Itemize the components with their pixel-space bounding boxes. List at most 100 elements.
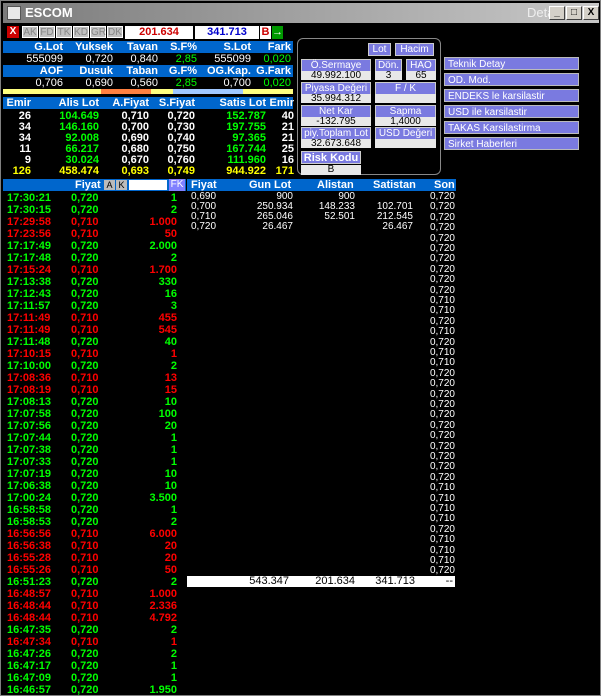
tick-row[interactable]: 16:51:23 0,720 2 bbox=[7, 576, 177, 588]
b-indicator[interactable]: B bbox=[260, 26, 271, 39]
maximize-button[interactable]: □ bbox=[566, 6, 582, 20]
tick-price: 0,720 bbox=[71, 300, 99, 312]
depth-col-header[interactable]: Emir bbox=[0, 98, 31, 109]
tick-time: 17:06:38 bbox=[7, 480, 52, 492]
tick-row[interactable]: 17:07:38 0,720 1 bbox=[7, 444, 177, 456]
dist-son-header[interactable]: Son bbox=[434, 180, 455, 191]
tick-row[interactable]: 17:12:43 0,720 16 bbox=[7, 288, 177, 300]
dist-row[interactable]: 0,720 26.467 26.467 bbox=[191, 222, 455, 232]
tick-row[interactable]: 16:58:53 0,720 2 bbox=[7, 516, 177, 528]
tick-row[interactable]: 17:17:48 0,720 2 bbox=[7, 252, 177, 264]
tick-row[interactable]: 17:23:56 0,710 50 bbox=[7, 228, 177, 240]
menu-teknik-detay[interactable]: Teknik Detay bbox=[444, 57, 579, 70]
tick-price: 0,710 bbox=[71, 312, 99, 324]
title-bar[interactable]: ESCOM Detay _ □ X bbox=[3, 3, 599, 23]
summary-h2-label: G.F% bbox=[168, 65, 197, 77]
arrow-right-icon[interactable]: → bbox=[272, 26, 283, 39]
depth-col-header[interactable]: S.Fiyat bbox=[135, 98, 195, 109]
depth-col-header[interactable]: Emir bbox=[234, 98, 294, 109]
dist-row[interactable]: 0,700 250.934 148.233 102.701 bbox=[191, 202, 455, 212]
ticks-k-button[interactable]: K bbox=[116, 180, 127, 190]
tick-row[interactable]: 17:11:57 0,720 3 bbox=[7, 300, 177, 312]
ticks-fk-button[interactable]: FK bbox=[169, 179, 185, 191]
ticks-fiyat-header[interactable]: Fiyat bbox=[75, 180, 101, 191]
tick-row[interactable]: 17:06:38 0,720 10 bbox=[7, 480, 177, 492]
tick-qty: 1 bbox=[170, 504, 177, 516]
tick-row[interactable]: 16:47:26 0,720 2 bbox=[7, 648, 177, 660]
tick-row[interactable]: 16:55:26 0,710 50 bbox=[7, 564, 177, 576]
tick-row[interactable]: 16:58:58 0,720 1 bbox=[7, 504, 177, 516]
don-value: 3 bbox=[375, 71, 402, 81]
dist-gunlot: 26.467 bbox=[262, 221, 293, 232]
dist-gunlot-header[interactable]: Gun Lot bbox=[249, 180, 291, 191]
tick-row[interactable]: 17:07:33 0,720 1 bbox=[7, 456, 177, 468]
close-button[interactable]: X bbox=[583, 6, 599, 20]
tick-row[interactable]: 17:07:19 0,720 10 bbox=[7, 468, 177, 480]
tab-tk[interactable]: TK bbox=[56, 26, 72, 38]
tick-row[interactable]: 17:17:49 0,720 2.000 bbox=[7, 240, 177, 252]
tick-row[interactable]: 17:07:44 0,720 1 bbox=[7, 432, 177, 444]
tick-row[interactable]: 17:11:49 0,710 545 bbox=[7, 324, 177, 336]
tick-row[interactable]: 17:07:56 0,720 20 bbox=[7, 420, 177, 432]
tick-row[interactable]: 17:13:38 0,720 330 bbox=[7, 276, 177, 288]
menu-usd[interactable]: USD ile karsilastir bbox=[444, 105, 579, 118]
dist-alistan-header[interactable]: Alistan bbox=[317, 180, 354, 191]
tick-row[interactable]: 17:08:13 0,720 10 bbox=[7, 396, 177, 408]
tick-row[interactable]: 16:48:44 0,710 4.792 bbox=[7, 612, 177, 624]
tick-row[interactable]: 16:56:38 0,710 20 bbox=[7, 540, 177, 552]
tick-row[interactable]: 16:55:28 0,710 20 bbox=[7, 552, 177, 564]
tick-row[interactable]: 16:47:34 0,710 1 bbox=[7, 636, 177, 648]
hacim-button[interactable]: Hacim bbox=[395, 43, 434, 56]
tick-row[interactable]: 17:08:19 0,710 15 bbox=[7, 384, 177, 396]
tick-row[interactable]: 17:30:21 0,720 1 bbox=[7, 192, 177, 204]
tab-dk[interactable]: DK bbox=[107, 26, 123, 38]
tick-row[interactable]: 16:47:17 0,720 1 bbox=[7, 660, 177, 672]
tick-row[interactable]: 17:11:48 0,720 40 bbox=[7, 336, 177, 348]
menu-haberler[interactable]: Sirket Haberleri bbox=[444, 137, 579, 150]
tick-qty: 6.000 bbox=[149, 528, 177, 540]
tick-row[interactable]: 16:48:57 0,710 1.000 bbox=[7, 588, 177, 600]
dist-satistan-header[interactable]: Satistan bbox=[373, 180, 416, 191]
tick-row[interactable]: 17:11:49 0,710 455 bbox=[7, 312, 177, 324]
tick-price: 0,720 bbox=[71, 576, 99, 588]
ticks-a-button[interactable]: A bbox=[104, 180, 115, 190]
buy-total-value: 201.634 bbox=[125, 26, 193, 39]
tab-gr[interactable]: GR bbox=[90, 26, 106, 38]
dist-fiyat-header[interactable]: Fiyat bbox=[191, 180, 217, 191]
ticks-filter-input[interactable] bbox=[129, 180, 167, 190]
minimize-button[interactable]: _ bbox=[549, 6, 565, 20]
tick-row[interactable]: 17:07:58 0,720 100 bbox=[7, 408, 177, 420]
tick-qty: 10 bbox=[164, 480, 177, 492]
menu-takas[interactable]: TAKAS Karsilastirma bbox=[444, 121, 579, 134]
summary-h1-label: G.Lot bbox=[34, 41, 63, 53]
menu-endeks[interactable]: ENDEKS le karsilastir bbox=[444, 89, 579, 102]
toolbar: X AK FD TK KD GR DK 201.634 341.713 B → bbox=[3, 25, 599, 39]
tab-ak[interactable]: AK bbox=[22, 26, 38, 38]
tick-price: 0,720 bbox=[71, 204, 99, 216]
tick-row[interactable]: 17:10:00 0,720 2 bbox=[7, 360, 177, 372]
menu-od-mod[interactable]: OD. Mod. bbox=[444, 73, 579, 86]
tick-price: 0,720 bbox=[71, 432, 99, 444]
tick-row[interactable]: 16:56:56 0,710 6.000 bbox=[7, 528, 177, 540]
son-value: 0,710 bbox=[429, 534, 455, 546]
tick-row[interactable]: 17:00:24 0,720 3.500 bbox=[7, 492, 177, 504]
tab-fd[interactable]: FD bbox=[39, 26, 55, 38]
tick-row[interactable]: 16:46:57 0,720 1.950 bbox=[7, 684, 177, 696]
tick-qty: 1 bbox=[170, 444, 177, 456]
lot-button[interactable]: Lot bbox=[368, 43, 391, 56]
tick-qty: 1 bbox=[170, 456, 177, 468]
tab-kd[interactable]: KD bbox=[73, 26, 89, 38]
hao-value: 65 bbox=[406, 71, 436, 81]
dist-row[interactable]: 0,710 265.046 52.501 212.545 bbox=[191, 212, 455, 222]
tick-row[interactable]: 16:48:44 0,710 2.336 bbox=[7, 600, 177, 612]
tick-row[interactable]: 17:08:36 0,710 13 bbox=[7, 372, 177, 384]
close-icon[interactable]: X bbox=[7, 26, 19, 38]
tick-qty: 1 bbox=[170, 192, 177, 204]
tick-qty: 10 bbox=[164, 396, 177, 408]
tick-row[interactable]: 16:47:09 0,720 1 bbox=[7, 672, 177, 684]
tick-row[interactable]: 17:15:24 0,710 1.700 bbox=[7, 264, 177, 276]
tick-row[interactable]: 17:30:15 0,720 2 bbox=[7, 204, 177, 216]
tick-row[interactable]: 17:10:15 0,710 1 bbox=[7, 348, 177, 360]
tick-row[interactable]: 17:29:58 0,710 1.000 bbox=[7, 216, 177, 228]
tick-row[interactable]: 16:47:35 0,720 2 bbox=[7, 624, 177, 636]
